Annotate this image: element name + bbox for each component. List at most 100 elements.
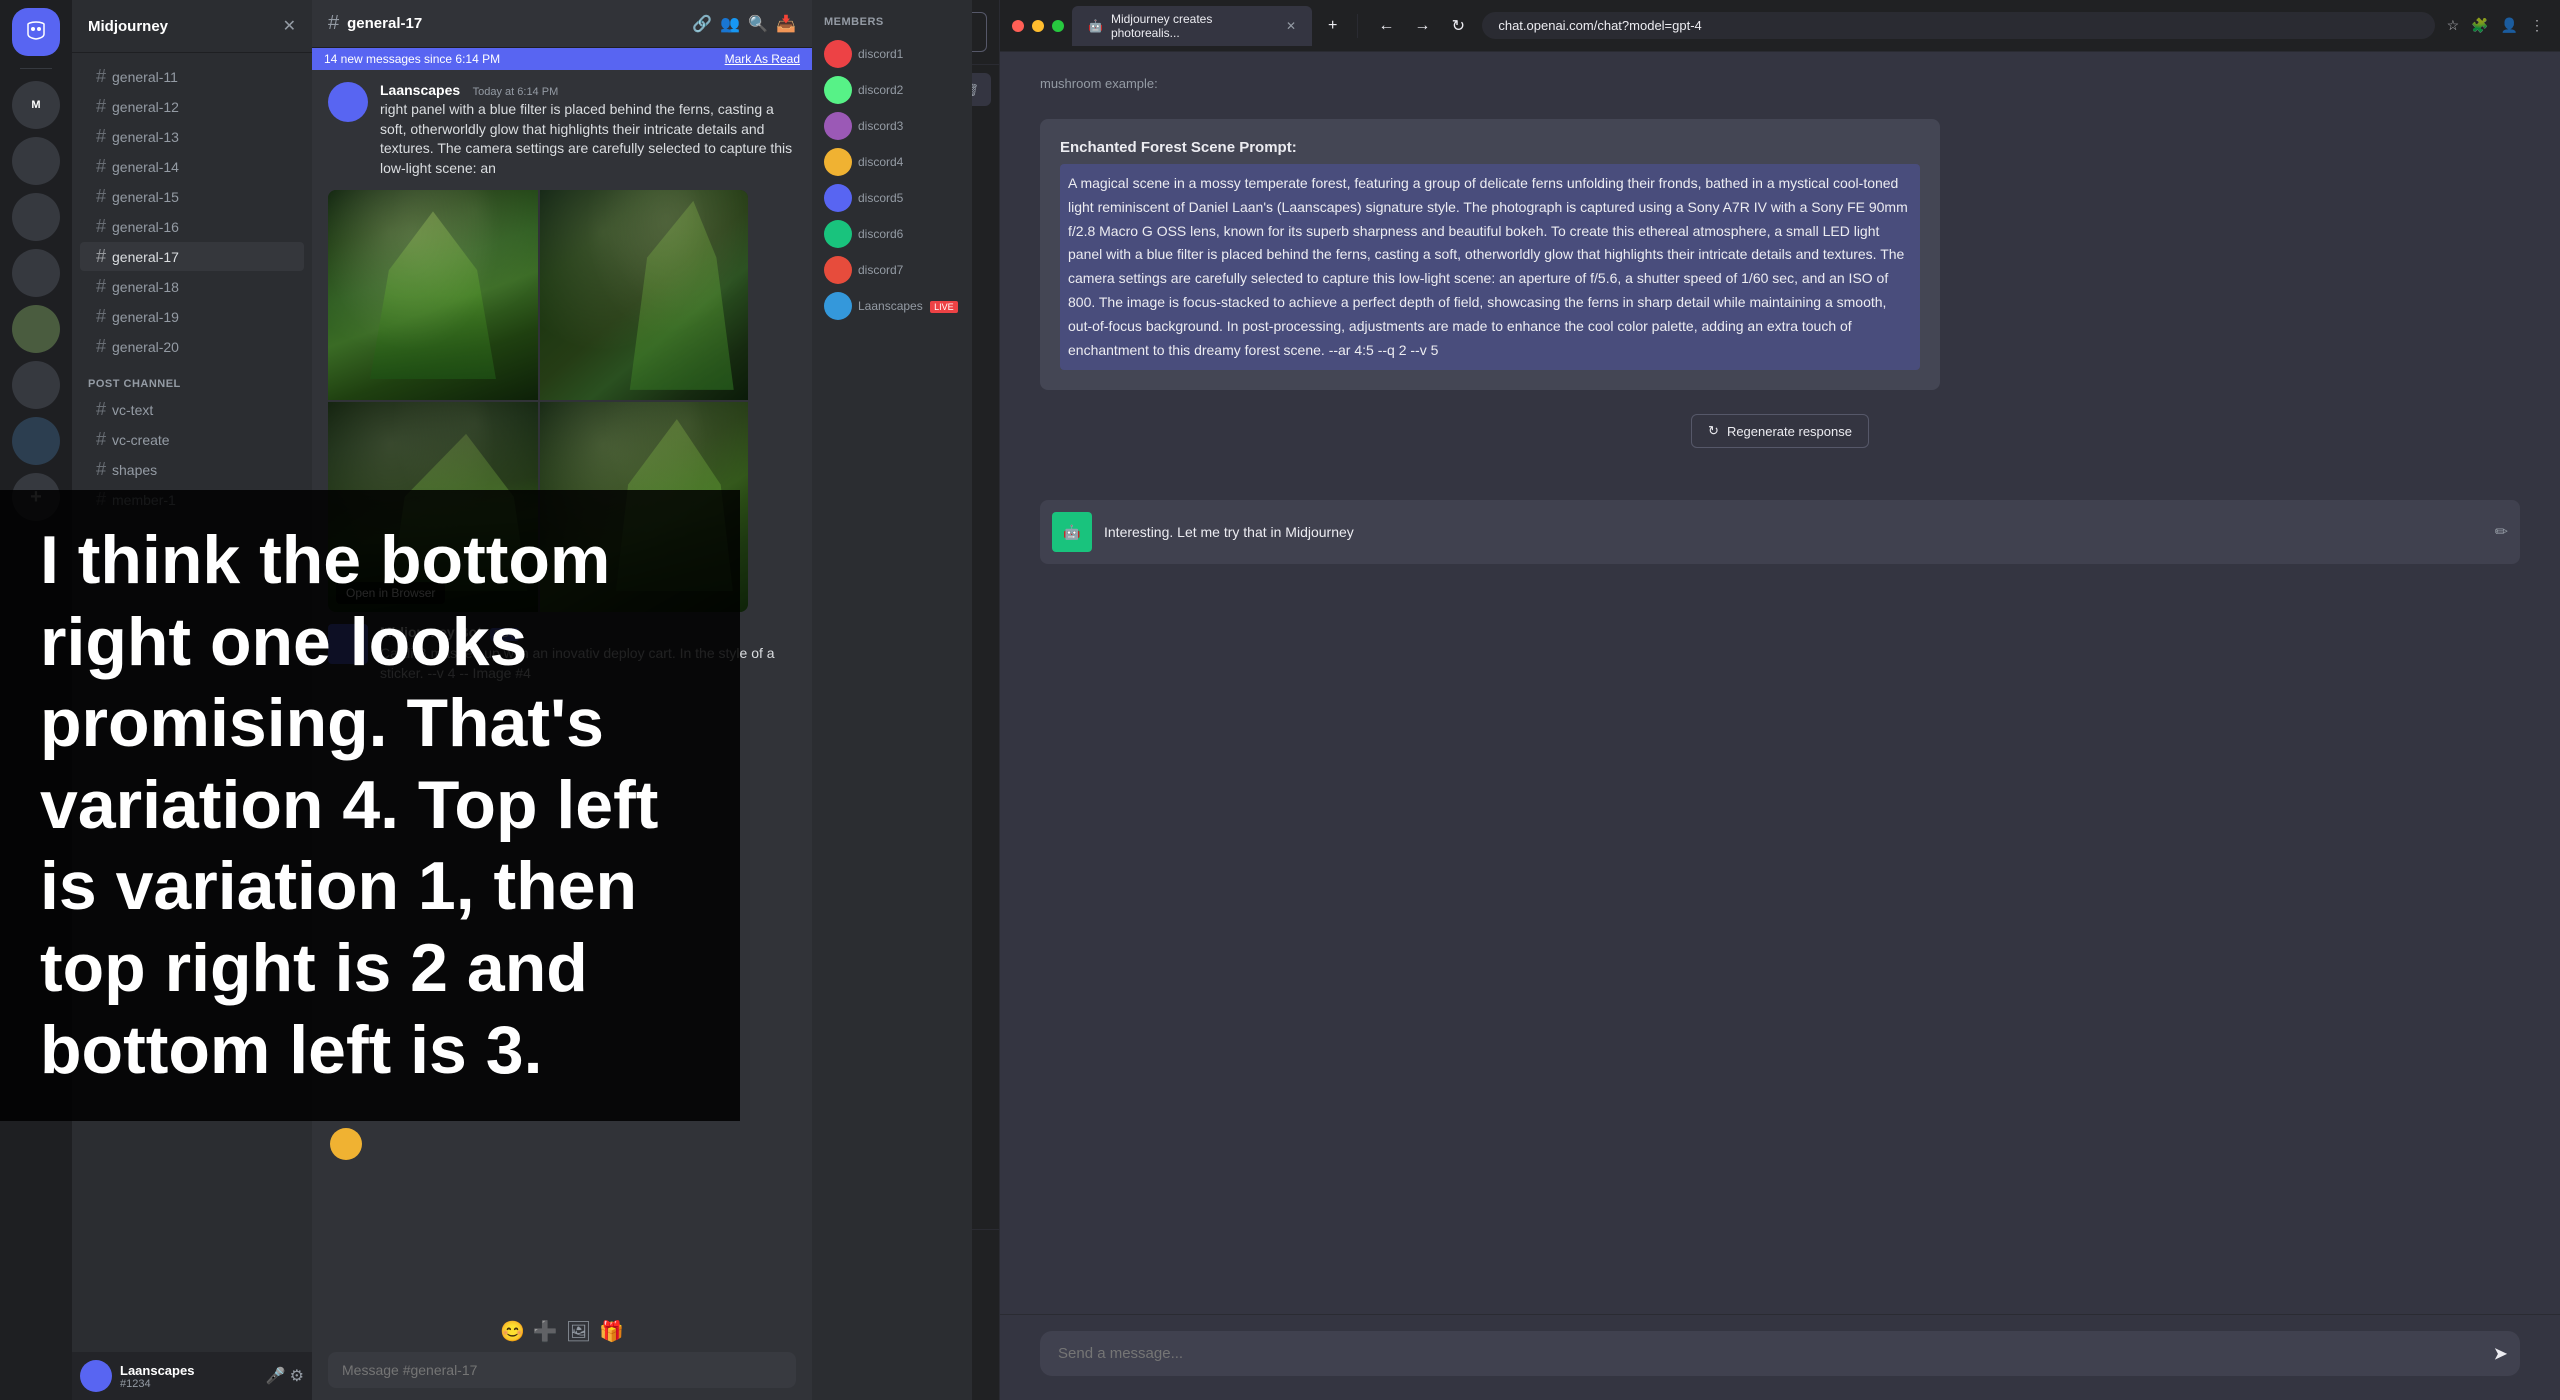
interesting-preview[interactable]: 🤖 Interesting. Let me try that in Midjou… bbox=[1040, 500, 2520, 564]
thread-icon[interactable]: 🔗 bbox=[692, 14, 712, 34]
regenerate-button[interactable]: ↻ Regenerate response bbox=[1691, 414, 1869, 448]
hash-icon: # bbox=[96, 186, 106, 207]
close-button[interactable] bbox=[1012, 20, 1024, 32]
forest-image-2 bbox=[540, 190, 748, 400]
member-item[interactable]: discord4 bbox=[820, 144, 964, 180]
server-icon-6[interactable] bbox=[12, 361, 60, 409]
chatgpt-input[interactable] bbox=[1040, 1331, 2520, 1376]
mic-icon[interactable]: 🎤 bbox=[266, 1366, 286, 1386]
back-button[interactable]: ← bbox=[1370, 10, 1402, 42]
member-avatar bbox=[824, 184, 852, 212]
hash-icon: # bbox=[96, 156, 106, 177]
hash-icon: # bbox=[96, 399, 106, 420]
member-item[interactable]: discord3 bbox=[820, 108, 964, 144]
forward-button[interactable]: → bbox=[1406, 10, 1438, 42]
channel-item-vc-text[interactable]: # vc-text bbox=[80, 395, 304, 424]
edit-response-icon[interactable]: ✏ bbox=[2495, 522, 2508, 542]
maximize-button[interactable] bbox=[1052, 20, 1064, 32]
channel-item-general-17[interactable]: # general-17 bbox=[80, 242, 304, 271]
browser-url[interactable]: chat.openai.com/chat?model=gpt-4 bbox=[1482, 12, 2434, 39]
tab-close-icon[interactable]: ✕ bbox=[1286, 19, 1296, 33]
hash-icon: # bbox=[96, 429, 106, 450]
channel-item-general-16[interactable]: # general-16 bbox=[80, 212, 304, 241]
member-item[interactable]: discord6 bbox=[820, 216, 964, 252]
member-item-live[interactable]: Laanscapes LIVE bbox=[820, 288, 964, 324]
add-icon[interactable]: ➕ bbox=[533, 1319, 558, 1344]
server-settings-icon[interactable]: ✕ bbox=[283, 16, 296, 36]
star-icon[interactable]: ☆ bbox=[2443, 13, 2464, 38]
emoji-icon[interactable]: 😊 bbox=[500, 1319, 525, 1344]
username: Laanscapes bbox=[120, 1363, 258, 1378]
member-name: discord6 bbox=[858, 227, 903, 241]
channel-item-general-18[interactable]: # general-18 bbox=[80, 272, 304, 301]
channel-name: vc-create bbox=[112, 432, 170, 448]
channel-item-shapes[interactable]: # shapes bbox=[80, 455, 304, 484]
overlay-text: I think the bottom right one looks promi… bbox=[0, 490, 740, 1121]
member-item[interactable]: discord7 bbox=[820, 252, 964, 288]
server-icon-5[interactable] bbox=[12, 305, 60, 353]
chat-input-area: 😊 ➕ 🖼 🎁 bbox=[312, 1307, 812, 1400]
channel-item-general-11[interactable]: # general-11 bbox=[80, 62, 304, 91]
menu-icon[interactable]: ⋮ bbox=[2526, 13, 2548, 38]
server-icon-7[interactable] bbox=[12, 417, 60, 465]
chat-channel-name: general-17 bbox=[347, 15, 422, 32]
gift-icon[interactable]: 🎁 bbox=[599, 1319, 624, 1344]
profile-icon[interactable]: 👤 bbox=[2497, 13, 2522, 38]
scroll-dot[interactable] bbox=[330, 1128, 362, 1160]
chatgpt-wrapper: + New chat 💬 Midjourney creates pho ✏ 🗑 … bbox=[740, 0, 2560, 1400]
member-list-header: Members bbox=[820, 8, 964, 36]
member-name: discord5 bbox=[858, 191, 903, 205]
member-avatar bbox=[824, 76, 852, 104]
channel-item-vc-create[interactable]: # vc-create bbox=[80, 425, 304, 454]
tab-favicon: 🤖 bbox=[1088, 19, 1103, 33]
channel-item-general-12[interactable]: # general-12 bbox=[80, 92, 304, 121]
member-avatar bbox=[824, 220, 852, 248]
inbox-icon[interactable]: 📥 bbox=[776, 14, 796, 34]
message-username: Laanscapes bbox=[380, 82, 460, 98]
reload-button[interactable]: ↻ bbox=[1442, 10, 1474, 42]
hash-icon: # bbox=[96, 246, 106, 267]
server-icon-2[interactable] bbox=[12, 137, 60, 185]
chat-input[interactable] bbox=[328, 1352, 796, 1388]
prompt-text: A magical scene in a mossy temperate for… bbox=[1060, 164, 1920, 370]
channel-name: general-16 bbox=[112, 219, 179, 235]
member-name: discord7 bbox=[858, 263, 903, 277]
channel-item-general-20[interactable]: # general-20 bbox=[80, 332, 304, 361]
channel-item-general-14[interactable]: # general-14 bbox=[80, 152, 304, 181]
server-icon-1[interactable]: M bbox=[12, 81, 60, 129]
regenerate-label: Regenerate response bbox=[1727, 424, 1852, 439]
image-cell-2 bbox=[540, 190, 748, 400]
channel-item-general-13[interactable]: # general-13 bbox=[80, 122, 304, 151]
extensions-icon[interactable]: 🧩 bbox=[2467, 13, 2492, 38]
minimize-button[interactable] bbox=[1032, 20, 1044, 32]
chatgpt-input-area: ➤ bbox=[1000, 1314, 2560, 1400]
channel-item-general-15[interactable]: # general-15 bbox=[80, 182, 304, 211]
member-item[interactable]: discord1 bbox=[820, 36, 964, 72]
channel-item-general-19[interactable]: # general-19 bbox=[80, 302, 304, 331]
hash-icon: # bbox=[96, 336, 106, 357]
browser-tab[interactable]: 🤖 Midjourney creates photorealis... ✕ bbox=[1072, 6, 1312, 46]
members-icon[interactable]: 👥 bbox=[720, 14, 740, 34]
new-tab-icon[interactable]: + bbox=[1320, 13, 1345, 39]
notification-bar: 14 new messages since 6:14 PM Mark As Re… bbox=[312, 48, 812, 70]
send-button[interactable]: ➤ bbox=[2493, 1343, 2508, 1364]
message-text: right panel with a blue filter is placed… bbox=[380, 100, 796, 178]
message-content: Laanscapes Today at 6:14 PM right panel … bbox=[380, 82, 796, 178]
channel-name: general-14 bbox=[112, 159, 179, 175]
search-icon[interactable]: 🔍 bbox=[748, 14, 768, 34]
chat-input-wrapper: ➤ bbox=[1040, 1331, 2520, 1376]
server-icon-discord[interactable] bbox=[12, 8, 60, 56]
image-icon[interactable]: 🖼 bbox=[566, 1319, 591, 1344]
member-item[interactable]: discord2 bbox=[820, 72, 964, 108]
server-icon-4[interactable] bbox=[12, 249, 60, 297]
hash-icon: # bbox=[96, 459, 106, 480]
member-avatar bbox=[824, 40, 852, 68]
mark-as-read-btn[interactable]: Mark As Read bbox=[725, 52, 800, 66]
channel-list-footer: Laanscapes #1234 🎤 ⚙ bbox=[72, 1352, 312, 1400]
server-icon-3[interactable] bbox=[12, 193, 60, 241]
member-name: discord4 bbox=[858, 155, 903, 169]
window-controls bbox=[1012, 20, 1064, 32]
member-item[interactable]: discord5 bbox=[820, 180, 964, 216]
settings-icon[interactable]: ⚙ bbox=[290, 1366, 304, 1386]
prompt-section-title: Enchanted Forest Scene Prompt: bbox=[1060, 139, 1920, 156]
